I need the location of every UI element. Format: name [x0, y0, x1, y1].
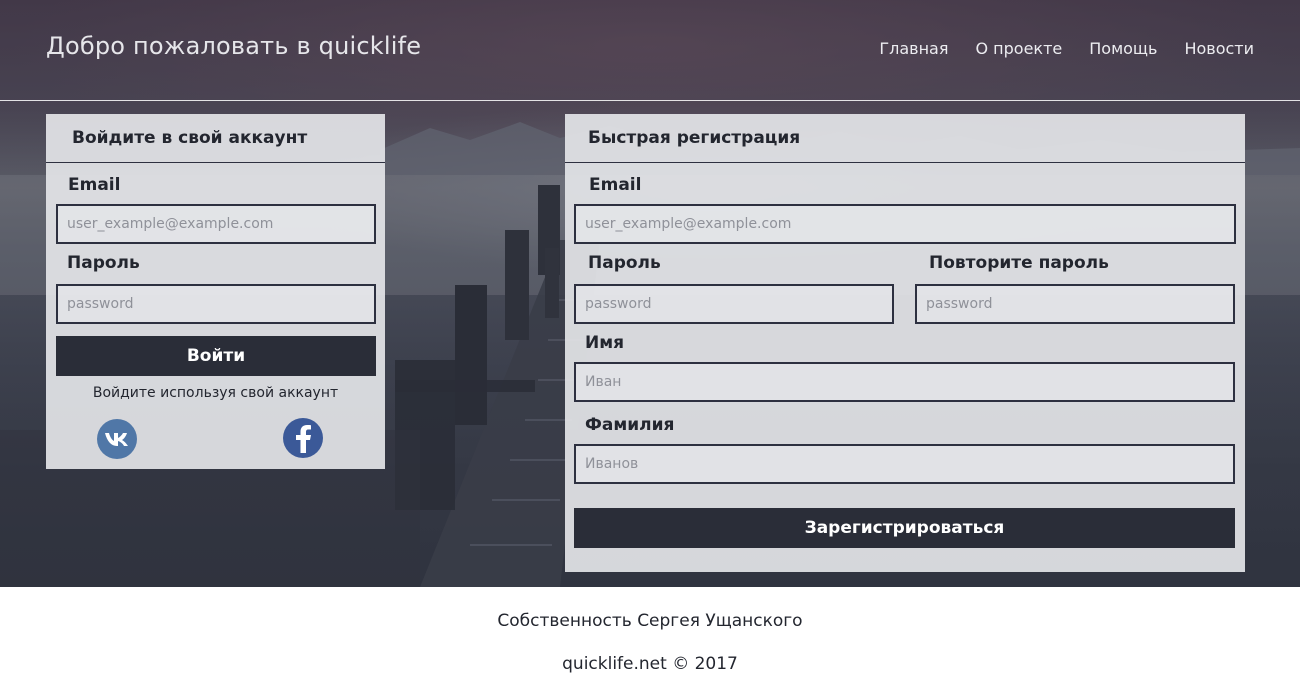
vk-icon[interactable] [97, 419, 137, 459]
reg-first-name-label: Имя [585, 333, 625, 353]
login-panel: Войдите в свой аккаунт Email Пароль Войт… [46, 114, 385, 469]
login-password-label: Пароль [67, 253, 140, 273]
registration-panel: Быстрая регистрация Email Пароль Повтори… [565, 114, 1245, 572]
nav-news[interactable]: Новости [1184, 39, 1254, 58]
register-button[interactable]: Зарегистрироваться [574, 508, 1235, 548]
social-login-hint: Войдите используя свой аккаунт [92, 385, 339, 401]
reg-first-name-input[interactable] [574, 362, 1235, 402]
login-button[interactable]: Войти [56, 336, 376, 376]
main-nav: Главная О проекте Помощь Новости [879, 39, 1254, 58]
reg-password-label: Пароль [588, 253, 661, 273]
login-password-input[interactable] [56, 284, 376, 324]
login-email-label: Email [68, 175, 121, 195]
facebook-logo-glyph [296, 425, 311, 453]
nav-home[interactable]: Главная [879, 39, 948, 58]
registration-title: Быстрая регистрация [565, 114, 1245, 163]
facebook-icon[interactable] [283, 418, 323, 458]
login-title: Войдите в свой аккаунт [46, 114, 385, 163]
reg-repeat-password-input[interactable] [915, 284, 1235, 324]
site-title: Добро пожаловать в quicklife [46, 32, 422, 60]
reg-email-input[interactable] [574, 204, 1236, 244]
reg-repeat-password-label: Повторите пароль [929, 253, 1109, 273]
nav-help[interactable]: Помощь [1089, 39, 1157, 58]
reg-last-name-label: Фамилия [585, 415, 675, 435]
header-divider [0, 100, 1300, 101]
nav-about[interactable]: О проекте [975, 39, 1062, 58]
reg-email-label: Email [589, 175, 642, 195]
vk-logo-glyph [105, 433, 128, 446]
footer-copyright: quicklife.net © 2017 [562, 654, 738, 674]
reg-last-name-input[interactable] [574, 444, 1235, 484]
footer-owner: Собственность Сергея Ущанского [497, 611, 803, 631]
login-email-input[interactable] [56, 204, 376, 244]
reg-password-input[interactable] [574, 284, 894, 324]
